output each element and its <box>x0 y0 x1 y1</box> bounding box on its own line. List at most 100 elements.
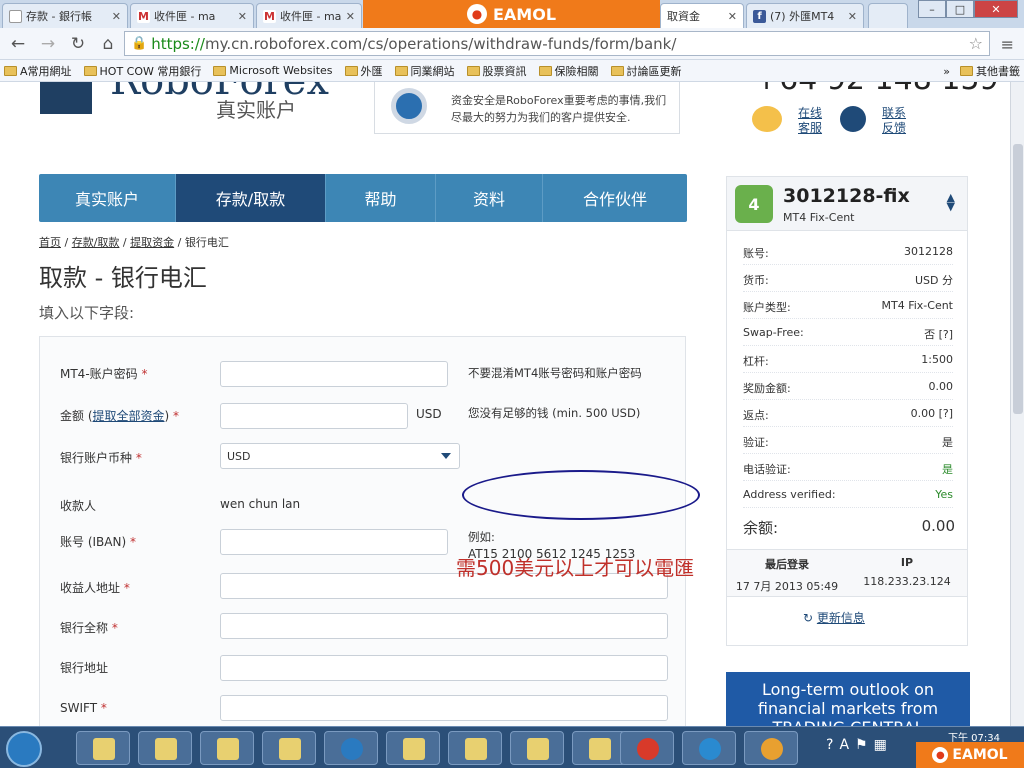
new-tab-button[interactable] <box>868 3 908 28</box>
row-key: 电话验证: <box>743 463 791 476</box>
currency-select[interactable]: USD <box>220 443 460 469</box>
home-icon[interactable]: ⌂ <box>98 34 118 54</box>
bookmark-folder[interactable]: 同業網站 <box>394 63 455 79</box>
last-login: 最后登录 17 7月 2013 05:49 IP 118.233.23.124 <box>727 549 967 597</box>
input-method-icon[interactable]: A <box>839 737 849 753</box>
tab-facebook[interactable]: f (7) 外匯MT4 ✕ <box>746 3 864 28</box>
breadcrumb-withdraw[interactable]: 提取资金 <box>130 236 174 249</box>
lock-icon: 🔒 <box>131 36 148 51</box>
help-icon[interactable]: ? <box>826 737 833 753</box>
feedback-link[interactable]: 联系反馈 <box>882 106 908 136</box>
scrollbar[interactable] <box>1010 82 1024 726</box>
breadcrumb-deposit[interactable]: 存款/取款 <box>72 236 120 249</box>
taskbar-app[interactable] <box>138 731 192 765</box>
row-value: 是 <box>942 436 953 449</box>
swift-input[interactable] <box>220 695 668 721</box>
eamol-brand: EAMOL <box>492 4 557 24</box>
minimize-icon[interactable]: – <box>918 0 946 18</box>
windows-start-icon[interactable] <box>6 731 42 767</box>
close-icon[interactable]: ✕ <box>724 10 737 23</box>
withdraw-form: MT4-账户密码 * 不要混淆MT4账号密码和账户密码 金额 (提取全部资金) … <box>39 336 686 726</box>
row-key: 验证: <box>743 436 769 449</box>
breadcrumb-home[interactable]: 首页 <box>39 236 61 249</box>
tab-label: 取資金 <box>667 10 700 23</box>
tab-gmail-2[interactable]: M 收件匣 - ma ✕ <box>256 3 362 28</box>
bank-address-input[interactable] <box>220 655 668 681</box>
taskbar-app[interactable] <box>448 731 502 765</box>
close-icon[interactable]: ✕ <box>844 10 857 23</box>
taskbar-app[interactable] <box>76 731 130 765</box>
contact-links: 在线客服 联系反馈 <box>752 106 908 136</box>
network-icon[interactable]: ▦ <box>874 737 887 753</box>
close-icon[interactable]: ✕ <box>234 10 247 23</box>
iban-example-label: 例如: <box>468 530 495 544</box>
account-header[interactable]: 4 3012128-fix MT4 Fix-Cent ▲ ▼ <box>727 177 967 231</box>
breadcrumb-current: 银行电汇 <box>184 236 229 249</box>
account-row: 杠杆: 1:500 <box>743 347 953 373</box>
bookmarks-right: » 其他書籤 <box>943 63 1020 79</box>
amount-input[interactable] <box>220 403 408 429</box>
bank-name-input[interactable] <box>220 613 668 639</box>
bookmark-folder[interactable]: HOT COW 常用銀行 <box>83 63 201 79</box>
app-icon <box>465 738 487 760</box>
bookmark-folder[interactable]: 股票資訊 <box>466 63 527 79</box>
online-support-link[interactable]: 在线客服 <box>798 106 824 136</box>
nav-partners[interactable]: 合作伙伴 <box>543 174 687 222</box>
teamviewer-icon <box>341 738 363 760</box>
bookmark-label: 外匯 <box>360 64 383 78</box>
other-bookmarks[interactable]: 其他書籤 <box>960 63 1020 79</box>
withdraw-all-link[interactable]: 提取全部资金 <box>93 409 165 423</box>
phone-icon <box>840 106 866 132</box>
tab-gmail-1[interactable]: M 收件匣 - ma ✕ <box>130 3 254 28</box>
scrollbar-thumb[interactable] <box>1013 144 1023 414</box>
close-window-icon[interactable]: ✕ <box>974 0 1018 18</box>
maximize-icon[interactable]: □ <box>946 0 974 18</box>
nav-info[interactable]: 资料 <box>436 174 543 222</box>
nav-real-account[interactable]: 真实账户 <box>39 174 176 222</box>
payee-value: wen chun lan <box>220 497 301 511</box>
back-icon[interactable]: ← <box>8 34 28 54</box>
bookmark-folder[interactable]: Microsoft Websites <box>213 64 333 77</box>
tab-deposit[interactable]: 存款 - 銀行帳 ✕ <box>2 3 128 28</box>
star-icon[interactable]: ☆ <box>969 34 983 53</box>
refresh-link[interactable]: ↻ 更新信息 <box>803 609 865 626</box>
nav-help[interactable]: 帮助 <box>326 174 436 222</box>
bookmark-folder[interactable]: 外匯 <box>344 63 383 79</box>
sort-arrows-icon[interactable]: ▲ ▼ <box>947 192 955 212</box>
account-panel: 4 3012128-fix MT4 Fix-Cent ▲ ▼ 账号: 3012128… <box>726 176 968 646</box>
iban-input[interactable] <box>220 529 448 555</box>
taskbar-app[interactable] <box>572 731 626 765</box>
bookmarks-more-button[interactable]: » <box>943 65 950 78</box>
address-bar[interactable]: 🔒 https:// my.cn.roboforex.com/cs/operat… <box>124 31 990 56</box>
taskbar-app[interactable] <box>510 731 564 765</box>
tab-withdraw[interactable]: 取資金 ✕ <box>660 3 744 28</box>
taskbar-app[interactable] <box>262 731 316 765</box>
mt4-password-input[interactable] <box>220 361 448 387</box>
site-logo[interactable]: RoboForex 真实账户 <box>40 82 360 122</box>
taskbar-app[interactable] <box>386 731 440 765</box>
password-note: 不要混淆MT4账号密码和账户密码 <box>468 366 642 380</box>
logo-subtitle: 真实账户 <box>216 98 296 122</box>
taskbar-chrome[interactable] <box>620 731 674 765</box>
forward-icon[interactable]: → <box>38 34 58 54</box>
flag-icon[interactable]: ⚑ <box>855 737 868 753</box>
close-icon[interactable]: ✕ <box>108 10 121 23</box>
security-text: 资金安全是RoboForex重要考虑的事情,我们尽最大的努力为我们的客户提供安全… <box>451 94 667 124</box>
bookmark-folder[interactable]: A常用網址 <box>4 63 72 79</box>
trading-central-banner[interactable]: Long-term outlook on financial markets f… <box>726 672 970 726</box>
paint-icon <box>761 738 783 760</box>
account-row: Address verified: Yes <box>743 482 953 508</box>
taskbar-teamviewer[interactable] <box>324 731 378 765</box>
taskbar-ie[interactable] <box>682 731 736 765</box>
close-icon[interactable]: ✕ <box>342 10 355 23</box>
app-icon <box>527 738 549 760</box>
menu-icon[interactable]: ≡ <box>1001 35 1014 54</box>
nav-deposit-withdraw[interactable]: 存款/取款 <box>176 174 326 222</box>
bookmark-folder[interactable]: 討論區更新 <box>610 63 682 79</box>
taskbar-paint[interactable] <box>744 731 798 765</box>
bookmark-folder[interactable]: 保險相關 <box>538 63 599 79</box>
eamol-overlay: ● EAMOL <box>363 0 660 28</box>
taskbar-app[interactable] <box>200 731 254 765</box>
reload-icon[interactable]: ↻ <box>68 34 88 54</box>
internet-explorer-icon <box>699 738 721 760</box>
